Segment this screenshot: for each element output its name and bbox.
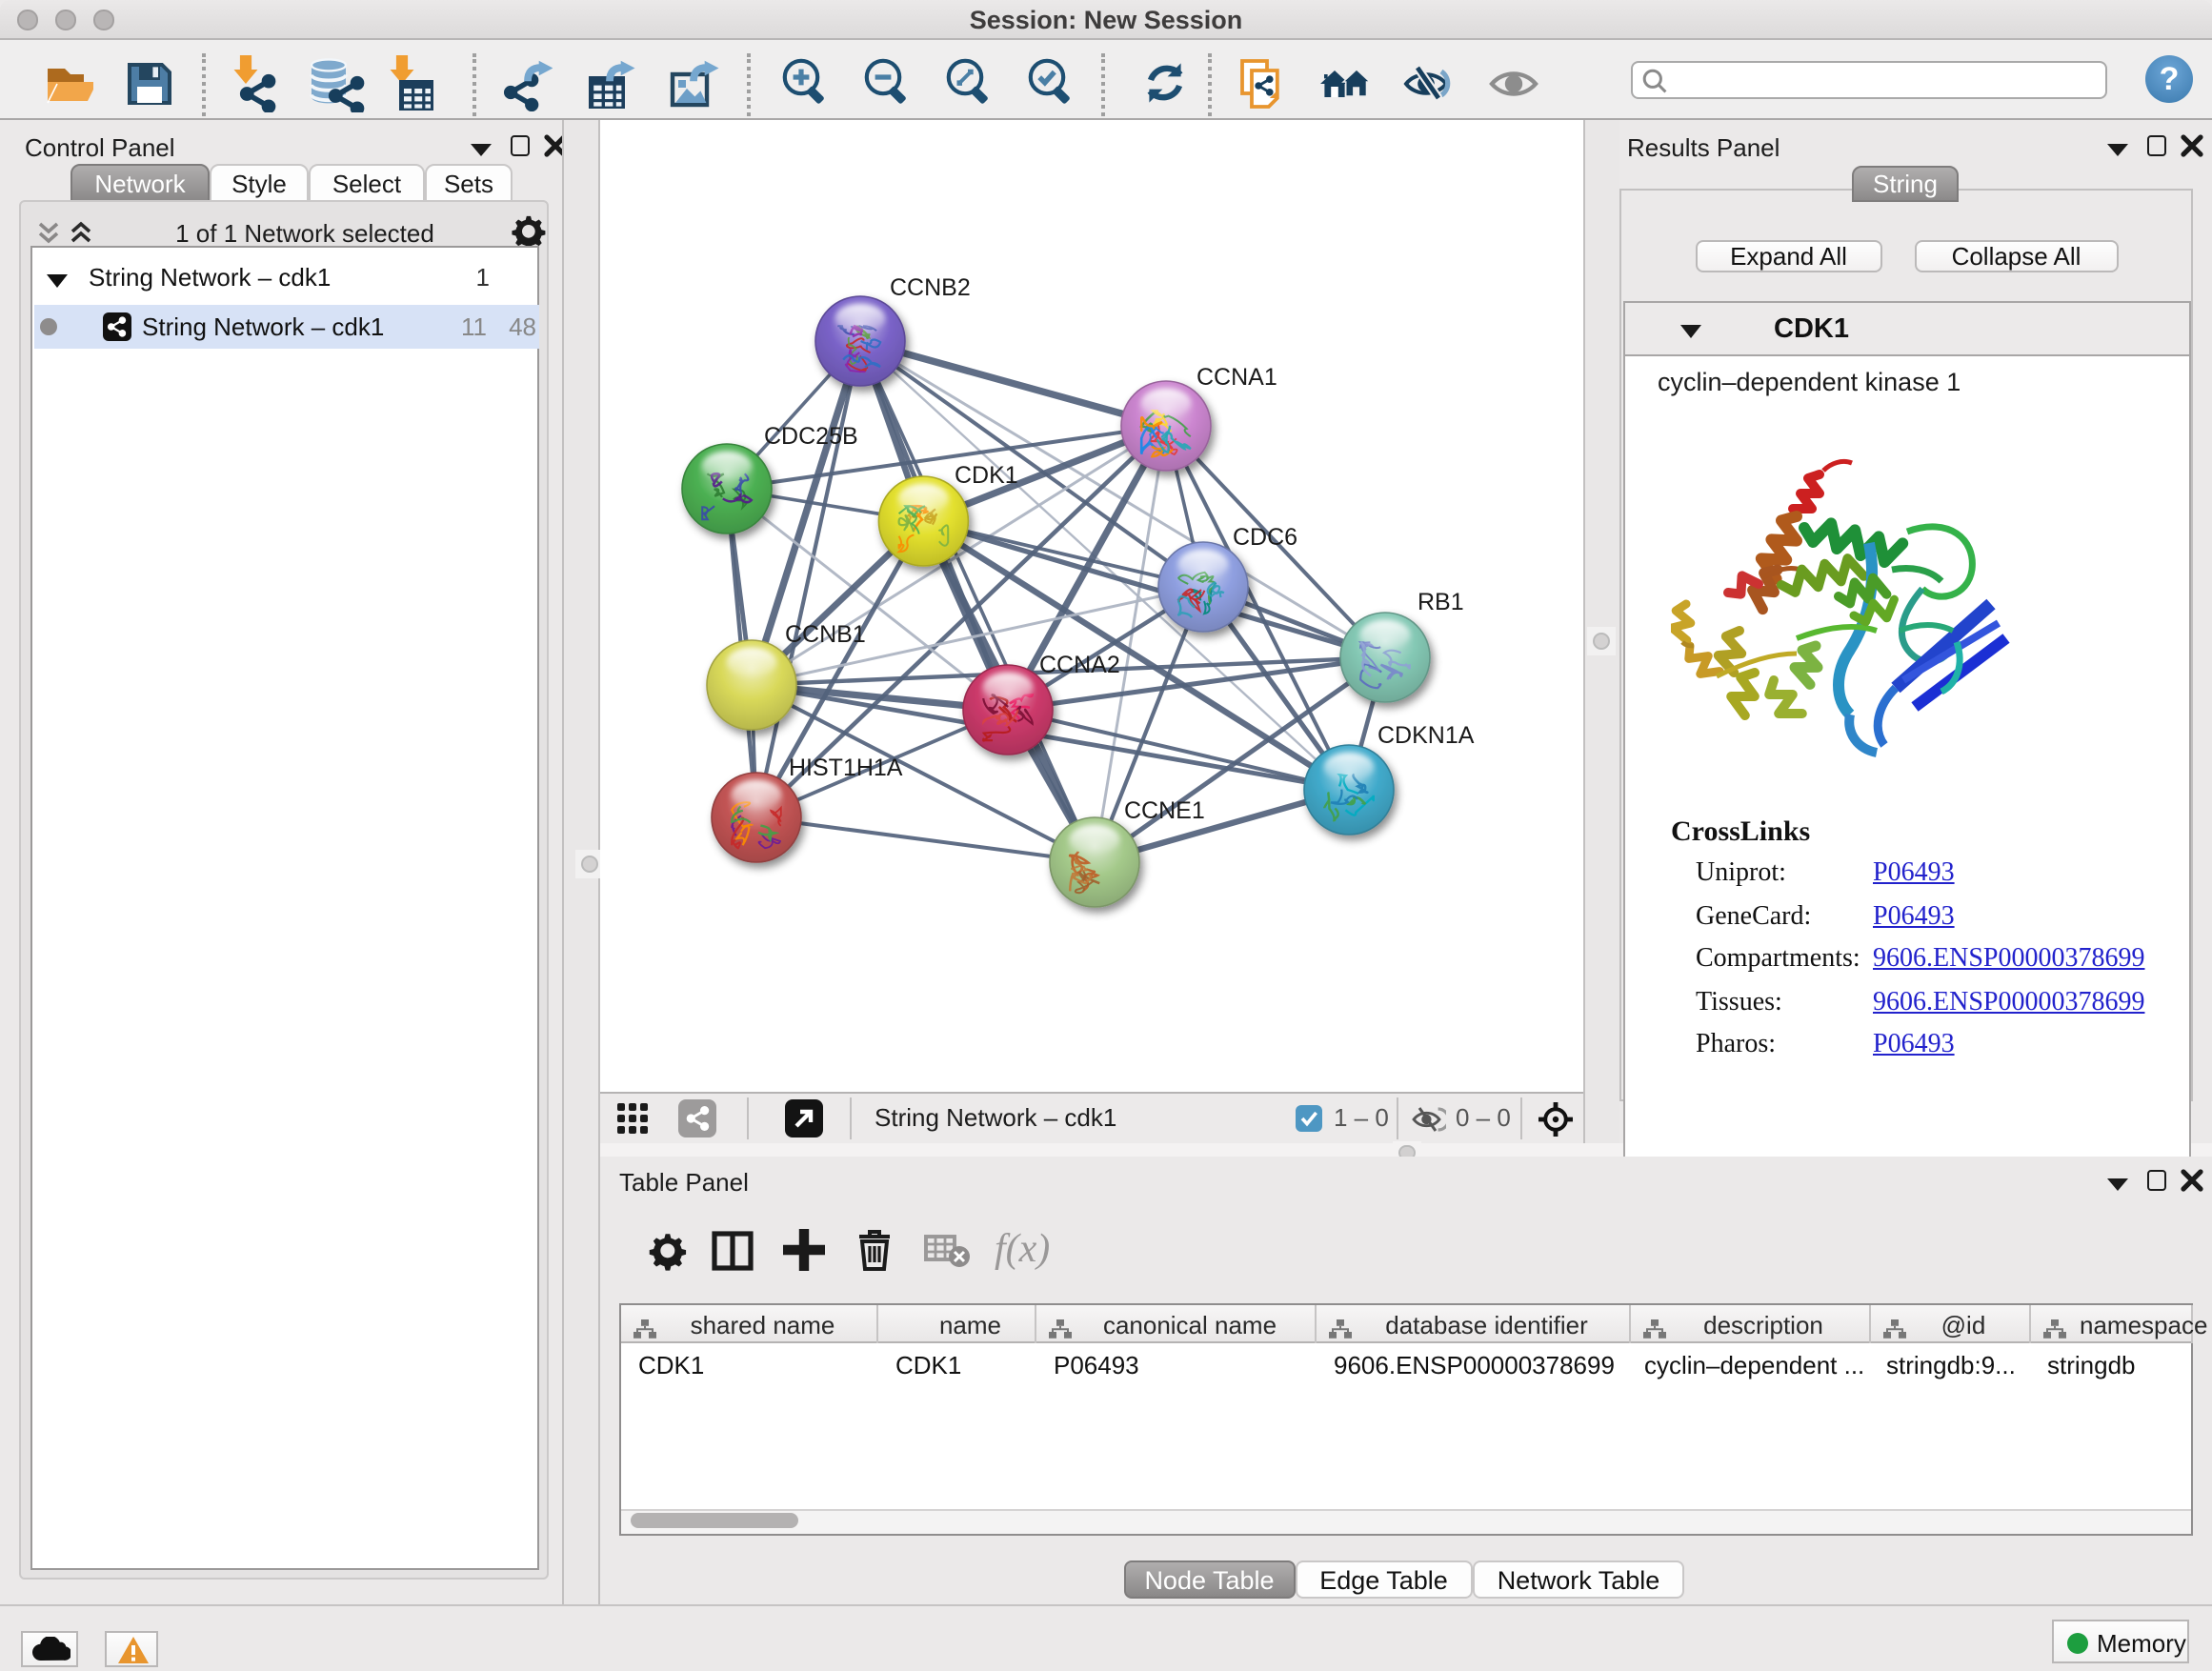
svg-text:CCNE1: CCNE1 [1124, 796, 1205, 823]
svg-text:CCNB2: CCNB2 [890, 273, 971, 300]
svg-text:CCNB1: CCNB1 [785, 620, 866, 647]
svg-text:CCNA2: CCNA2 [1039, 651, 1120, 677]
svg-text:CDC6: CDC6 [1233, 523, 1297, 550]
svg-text:HIST1H1A: HIST1H1A [789, 754, 903, 780]
svg-text:CCNA1: CCNA1 [1196, 363, 1277, 390]
svg-text:CDKN1A: CDKN1A [1377, 721, 1475, 748]
svg-text:CDK1: CDK1 [955, 461, 1018, 488]
svg-text:CDC25B: CDC25B [764, 422, 858, 449]
svg-text:RB1: RB1 [1418, 588, 1464, 614]
